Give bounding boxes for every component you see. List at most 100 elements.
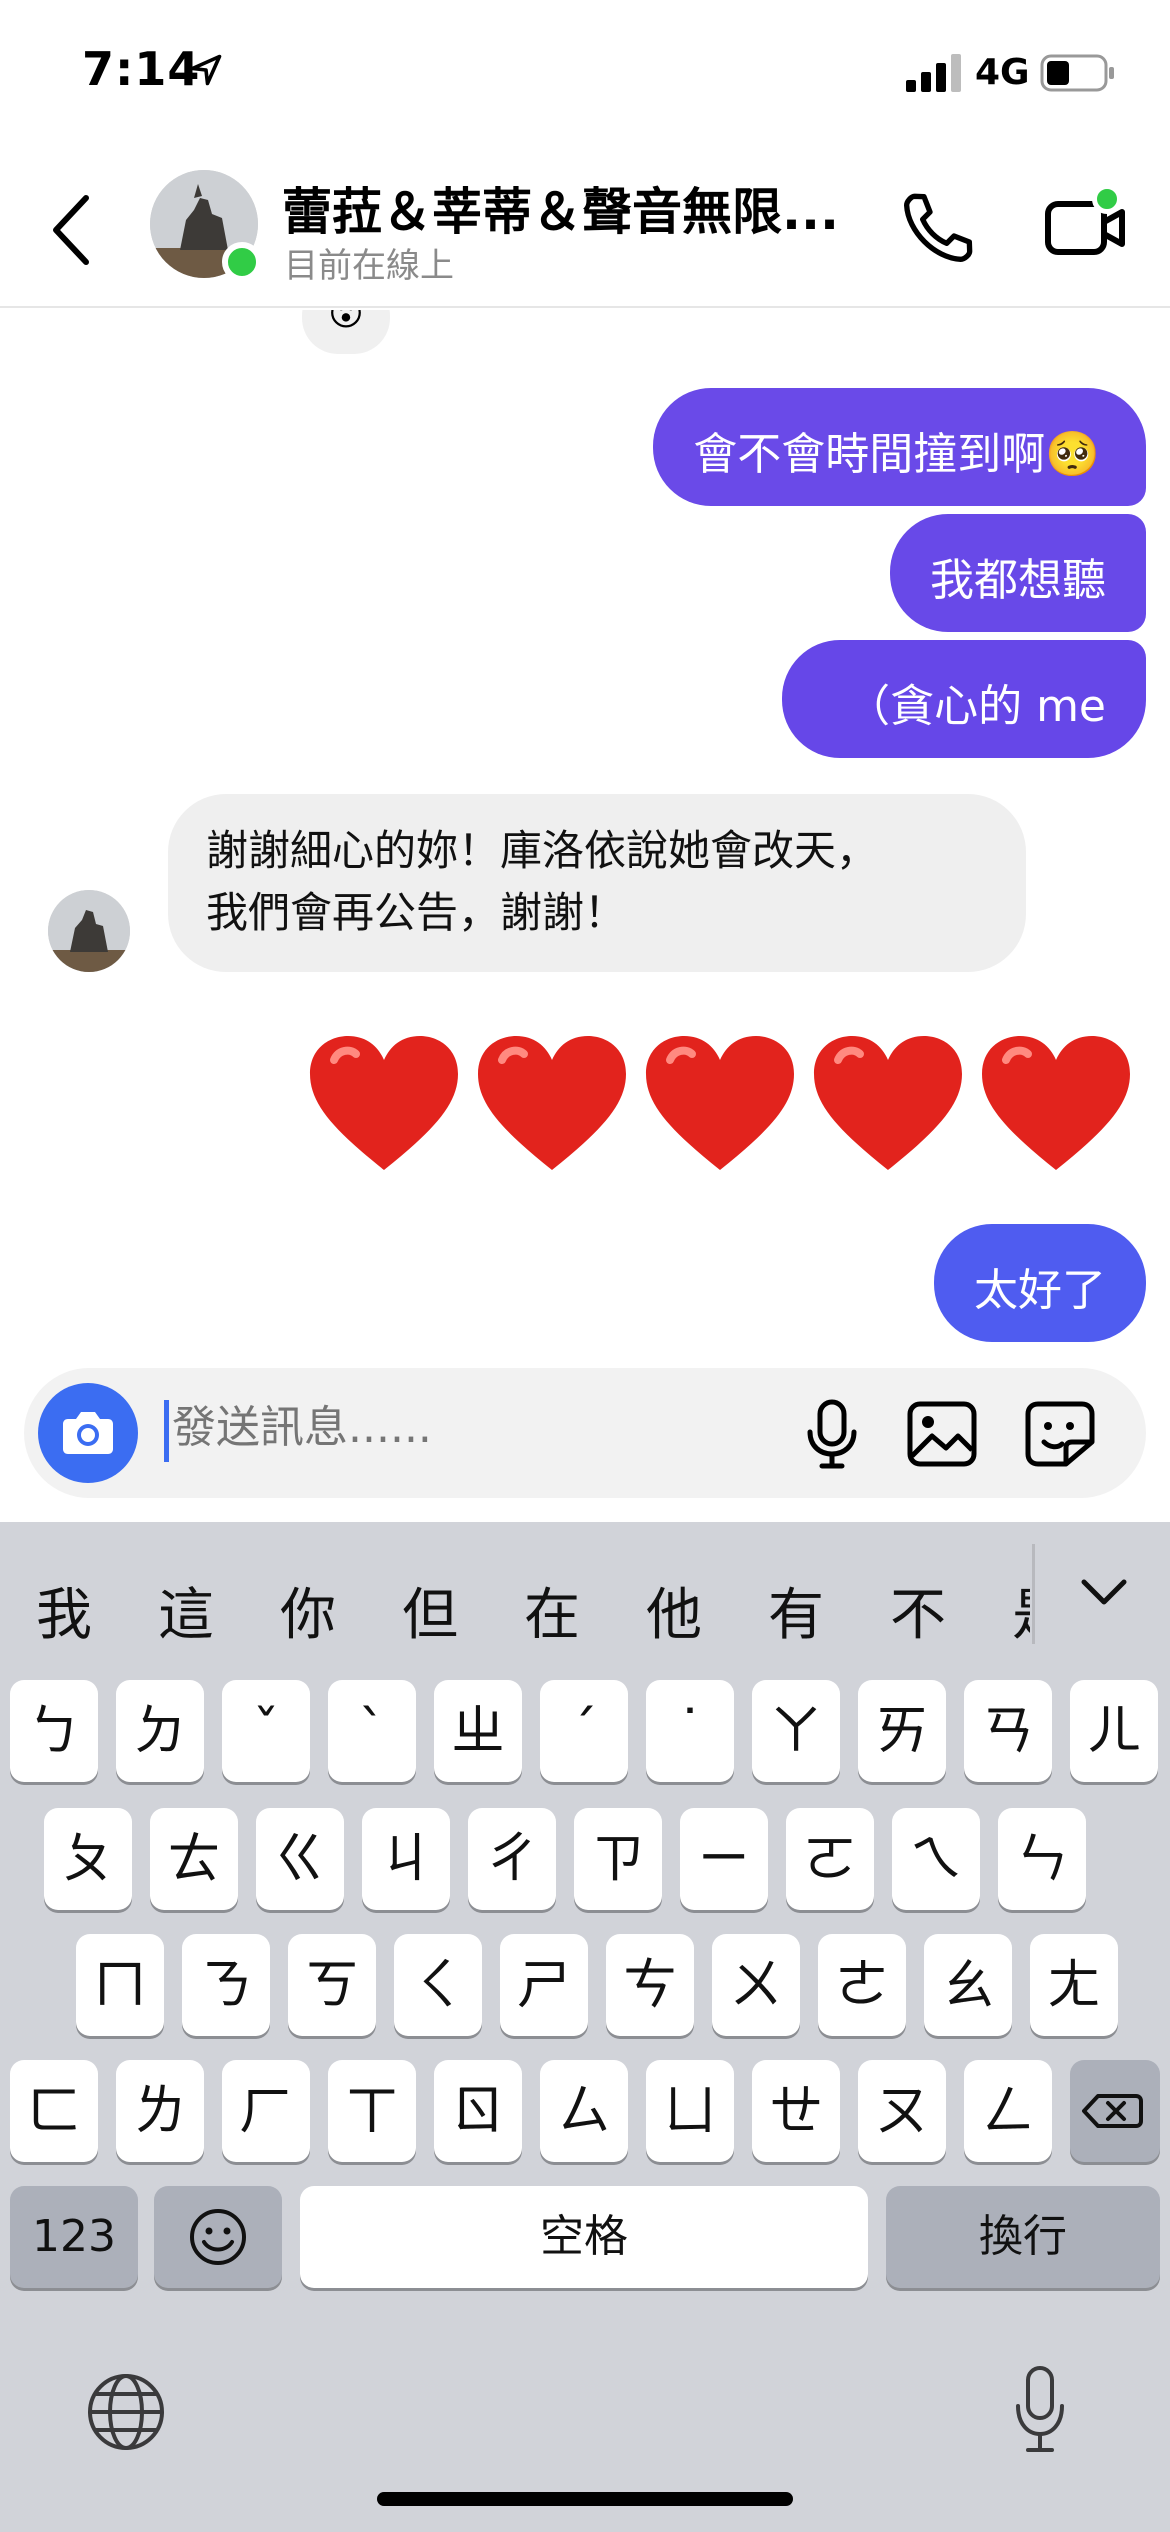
key[interactable]: ㄟ — [892, 1808, 980, 1910]
reaction-badge[interactable]: 😮 — [302, 310, 390, 354]
key[interactable]: ㄡ — [858, 2060, 946, 2162]
return-key[interactable]: 換行 — [886, 2186, 1160, 2288]
key[interactable]: ㄑ — [394, 1934, 482, 2036]
status-time: 7:14 — [82, 42, 201, 96]
red-heart-icon — [814, 1036, 962, 1170]
message-input[interactable] — [172, 1402, 772, 1453]
key[interactable]: ㄌ — [116, 2060, 204, 2162]
camera-icon — [63, 1412, 113, 1454]
sent-message-bubble[interactable]: （貪心的 me — [782, 640, 1146, 758]
red-heart-icon — [478, 1036, 626, 1170]
key[interactable]: ㄖ — [434, 2060, 522, 2162]
emoji-key[interactable] — [154, 2186, 282, 2288]
candidate-word[interactable]: 在 — [524, 1570, 580, 1651]
home-indicator — [377, 2492, 793, 2506]
candidate-word[interactable]: 但 — [402, 1570, 458, 1651]
red-heart-icon — [982, 1036, 1130, 1170]
dictation-microphone-icon[interactable] — [1010, 2362, 1070, 2458]
numbers-key[interactable]: 123 — [10, 2186, 138, 2288]
candidate-word[interactable]: 有 — [768, 1570, 824, 1651]
key[interactable]: ㄩ — [646, 2060, 734, 2162]
key[interactable]: ㄜ — [818, 1934, 906, 2036]
keyboard: 我 這 你 但 在 他 有 不 是 ㄅ ㄉ ˇ ˋ ㄓ ˊ ˙ ㄚ ㄞ ㄢ ㄦ … — [0, 1522, 1170, 2532]
sent-message-bubble[interactable]: 太好了 — [934, 1224, 1146, 1342]
emoji-smiley-icon — [190, 2209, 246, 2265]
candidate-word[interactable]: 這 — [158, 1570, 214, 1651]
text-caret — [164, 1400, 169, 1462]
image-icon[interactable] — [904, 1398, 980, 1470]
key[interactable]: ㄎ — [288, 1934, 376, 2036]
key[interactable]: ㄕ — [500, 1934, 588, 2036]
sent-message-bubble[interactable]: 會不會時間撞到啊🥺 — [653, 388, 1146, 506]
key[interactable]: ㄧ — [680, 1808, 768, 1910]
key[interactable]: ㄞ — [858, 1680, 946, 1782]
received-message-line: 我們會再公告，謝謝！ — [206, 888, 627, 937]
globe-icon[interactable] — [84, 2370, 168, 2454]
key[interactable]: ㄓ — [434, 1680, 522, 1782]
key[interactable]: ㄉ — [116, 1680, 204, 1782]
cellular-signal-icon — [906, 54, 961, 92]
status-bar: 7:14 4G — [0, 0, 1170, 150]
key[interactable]: ㄇ — [76, 1934, 164, 2036]
chat-header: 蕾菈＆莘蒂＆聲音無限... 目前在線上 — [0, 150, 1170, 308]
key[interactable]: ㄋ — [182, 1934, 270, 2036]
online-status-dot — [222, 242, 262, 282]
key[interactable]: ㄅ — [10, 1680, 98, 1782]
key[interactable]: ㄨ — [712, 1934, 800, 2036]
key[interactable]: ㄥ — [964, 2060, 1052, 2162]
key[interactable]: ㄘ — [606, 1934, 694, 2036]
message-thread[interactable]: 😮 會不會時間撞到啊🥺 我都想聽 （貪心的 me 謝謝細心的妳！庫洛依說她會改天… — [0, 310, 1170, 1360]
candidate-divider — [1032, 1544, 1035, 1644]
key[interactable]: ˇ — [222, 1680, 310, 1782]
sender-avatar[interactable] — [48, 890, 130, 972]
video-active-dot — [1092, 184, 1122, 214]
key[interactable]: ㄚ — [752, 1680, 840, 1782]
key[interactable]: ˙ — [646, 1680, 734, 1782]
key[interactable]: ㄈ — [10, 2060, 98, 2162]
backspace-key[interactable] — [1070, 2060, 1160, 2162]
space-key[interactable]: 空格 — [300, 2186, 868, 2288]
network-type: 4G — [975, 52, 1030, 93]
candidate-bar: 我 這 你 但 在 他 有 不 是 — [0, 1522, 1170, 1672]
camera-button[interactable] — [38, 1383, 138, 1483]
key[interactable]: ㄢ — [964, 1680, 1052, 1782]
key[interactable]: ㄐ — [362, 1808, 450, 1910]
avatar-statue-image — [48, 890, 130, 972]
candidate-word[interactable]: 不 — [890, 1570, 946, 1651]
key[interactable]: ˋ — [328, 1680, 416, 1782]
key[interactable]: ㄛ — [786, 1808, 874, 1910]
key[interactable]: ㄦ — [1070, 1680, 1158, 1782]
message-composer — [24, 1368, 1146, 1498]
key[interactable]: ㄆ — [44, 1808, 132, 1910]
phone-call-icon[interactable] — [898, 188, 978, 268]
key[interactable]: ㄔ — [468, 1808, 556, 1910]
key[interactable]: ㄒ — [328, 2060, 416, 2162]
chat-title[interactable]: 蕾菈＆莘蒂＆聲音無限... — [282, 172, 862, 244]
key[interactable]: ㄝ — [752, 2060, 840, 2162]
candidate-word[interactable]: 你 — [280, 1570, 336, 1651]
key[interactable]: ㄏ — [222, 2060, 310, 2162]
red-heart-icon — [310, 1036, 458, 1170]
candidate-word[interactable]: 是 — [1012, 1570, 1030, 1651]
sent-message-bubble[interactable]: 我都想聽 — [890, 514, 1146, 632]
location-arrow-icon — [190, 54, 222, 86]
back-chevron-icon[interactable] — [46, 190, 96, 270]
key[interactable]: ㄍ — [256, 1808, 344, 1910]
microphone-icon[interactable] — [794, 1396, 870, 1472]
key[interactable]: ㄗ — [574, 1808, 662, 1910]
red-heart-icon — [646, 1036, 794, 1170]
candidate-word[interactable]: 我 — [36, 1570, 92, 1651]
chevron-down-icon[interactable] — [1076, 1568, 1132, 1618]
heart-emoji-message[interactable] — [304, 1030, 1144, 1190]
received-message-line: 謝謝細心的妳！庫洛依說她會改天， — [206, 826, 879, 875]
key[interactable]: ˊ — [540, 1680, 628, 1782]
received-message-bubble[interactable]: 謝謝細心的妳！庫洛依說她會改天， 我們會再公告，謝謝！ — [168, 794, 1026, 972]
key[interactable]: ㄊ — [150, 1808, 238, 1910]
key[interactable]: ㄣ — [998, 1808, 1086, 1910]
candidate-word[interactable]: 他 — [646, 1570, 702, 1651]
key[interactable]: ㄠ — [924, 1934, 1012, 2036]
backspace-icon — [1082, 2094, 1143, 2128]
key[interactable]: ㄤ — [1030, 1934, 1118, 2036]
key[interactable]: ㄙ — [540, 2060, 628, 2162]
sticker-icon[interactable] — [1022, 1398, 1098, 1470]
